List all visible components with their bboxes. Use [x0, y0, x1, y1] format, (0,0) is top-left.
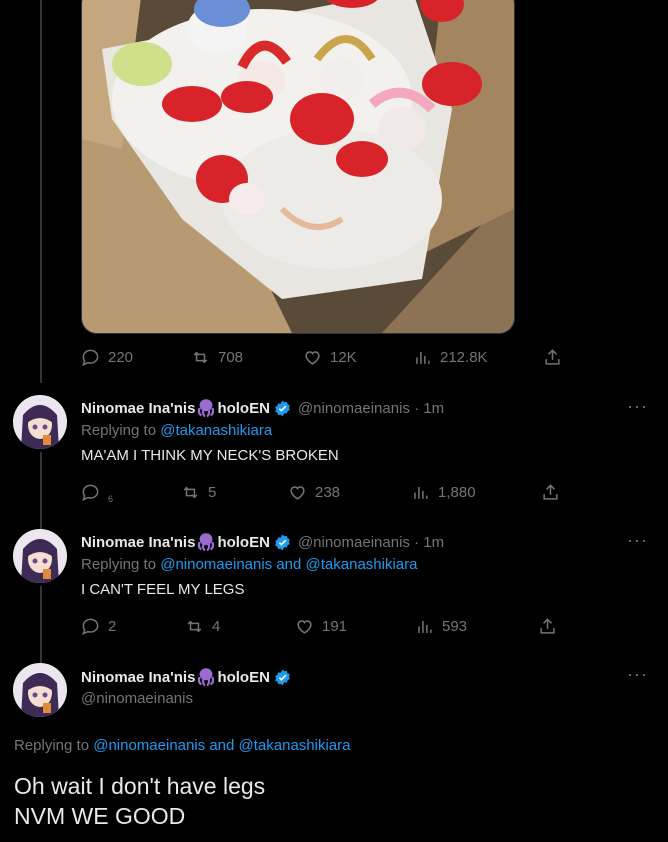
display-name[interactable]: Ninomae Ina'nis — [81, 400, 195, 417]
views-chart-icon — [416, 351, 430, 364]
reply-count: 220 — [108, 348, 134, 366]
tweet-action-bar: 220 708 12K 212.8K — [81, 345, 563, 369]
avatar[interactable] — [13, 395, 67, 449]
main-tweet-text-line: NVM WE GOOD — [14, 803, 186, 829]
share-icon — [545, 348, 560, 365]
display-name-suffix[interactable]: holoEN — [217, 534, 270, 551]
handle-timestamp[interactable]: @ninomaeinanis · 1m — [298, 400, 444, 417]
like-button[interactable]: 12K — [303, 345, 413, 369]
octopus-emoji-icon — [198, 399, 215, 418]
replying-to-link[interactable]: @ninomaeinanis and @takanashikiara — [93, 737, 350, 754]
replying-to-label: Replying to — [81, 556, 161, 573]
reply-icon — [82, 349, 99, 366]
replying-to: Replying to @takanashikiara — [81, 422, 272, 439]
reply-count: 2 — [108, 617, 117, 635]
retweet-count: 708 — [218, 348, 244, 366]
replying-to-link[interactable]: @ninomaeinanis and @takanashikiara — [160, 556, 417, 573]
avatar-image — [13, 663, 67, 717]
reply-icon — [82, 618, 99, 635]
like-count: 12K — [330, 348, 357, 366]
view-count: 593 — [442, 617, 468, 635]
handle[interactable]: @ninomaeinanis — [81, 690, 193, 707]
display-name-suffix[interactable]: holoEN — [217, 669, 270, 686]
views-button[interactable]: 1,880 — [411, 480, 541, 504]
display-name[interactable]: Ninomae Ina'nis — [81, 669, 195, 686]
retweet-button[interactable]: 708 — [191, 345, 303, 369]
replying-to: Replying to @ninomaeinanis and @takanash… — [14, 737, 351, 754]
replying-to-label: Replying to — [81, 422, 161, 439]
thread-line — [40, 0, 42, 383]
like-button[interactable]: 191 — [295, 614, 415, 638]
heart-icon — [297, 619, 312, 634]
retweet-count: 5 — [208, 483, 217, 501]
replying-to-label: Replying to — [14, 737, 94, 754]
retweet-button[interactable]: 5 — [181, 480, 288, 504]
view-count: 212.8K — [440, 348, 488, 366]
avatar-image — [13, 395, 67, 449]
like-button[interactable]: 238 — [288, 480, 411, 504]
verified-badge-icon — [275, 669, 290, 685]
views-chart-icon — [418, 620, 432, 633]
reply-icon — [82, 484, 99, 501]
avatar[interactable] — [13, 529, 67, 583]
replying-to: Replying to @ninomaeinanis and @takanash… — [81, 556, 418, 573]
main-tweet-text-line: Oh wait I don't have legs — [14, 773, 266, 799]
views-button[interactable]: 593 — [415, 614, 538, 638]
handle-timestamp[interactable]: @ninomaeinanis · 1m — [298, 534, 444, 551]
display-name-suffix[interactable]: holoEN — [217, 400, 270, 417]
tweet-text: I CAN'T FEEL MY LEGS — [81, 581, 245, 598]
reply-button[interactable]: 2 — [81, 614, 185, 638]
main-tweet-text: Oh wait I don't have legs NVM WE GOOD — [14, 771, 265, 831]
octopus-emoji-icon — [198, 668, 215, 687]
views-button[interactable]: 212.8K — [413, 345, 543, 369]
tweet-action-bar: 2 4 191 593 — [81, 614, 558, 638]
share-icon — [543, 483, 558, 500]
retweet-icon — [193, 351, 208, 363]
retweet-icon — [187, 620, 202, 632]
share-button[interactable] — [538, 614, 558, 638]
main-tweet: Ninomae Ina'nis holoEN @ninomaeinanis ··… — [0, 658, 668, 842]
like-count: 191 — [322, 617, 348, 635]
share-icon — [540, 617, 555, 634]
retweet-icon — [183, 486, 198, 498]
more-options-icon[interactable]: ··· — [627, 530, 648, 551]
avatar[interactable] — [13, 663, 67, 717]
share-button[interactable] — [541, 480, 561, 504]
replying-to-link[interactable]: @takanashikiara — [160, 422, 272, 439]
display-name[interactable]: Ninomae Ina'nis — [81, 534, 195, 551]
share-button[interactable] — [543, 345, 563, 369]
retweet-button[interactable]: 4 — [185, 614, 295, 638]
plush-dolls-photo — [82, 0, 514, 333]
like-count: 238 — [315, 483, 341, 501]
reply-count: 6 — [108, 494, 114, 504]
heart-icon — [305, 350, 320, 365]
view-count: 1,880 — [438, 483, 476, 501]
more-options-icon[interactable]: ··· — [627, 396, 648, 417]
views-chart-icon — [414, 486, 428, 499]
tweet-text: MA'AM I THINK MY NECK'S BROKEN — [81, 447, 339, 464]
verified-badge-icon — [275, 400, 290, 416]
avatar-image — [13, 529, 67, 583]
heart-icon — [290, 485, 305, 500]
octopus-emoji-icon — [198, 533, 215, 552]
verified-badge-icon — [275, 534, 290, 550]
reply-button[interactable]: 6 — [81, 480, 181, 504]
tweet-action-bar: 6 5 238 1,880 — [81, 480, 561, 504]
reply-button[interactable]: 220 — [81, 345, 191, 369]
retweet-count: 4 — [212, 617, 221, 635]
tweet-media-image[interactable] — [81, 0, 515, 334]
more-options-icon[interactable]: ··· — [627, 664, 648, 685]
